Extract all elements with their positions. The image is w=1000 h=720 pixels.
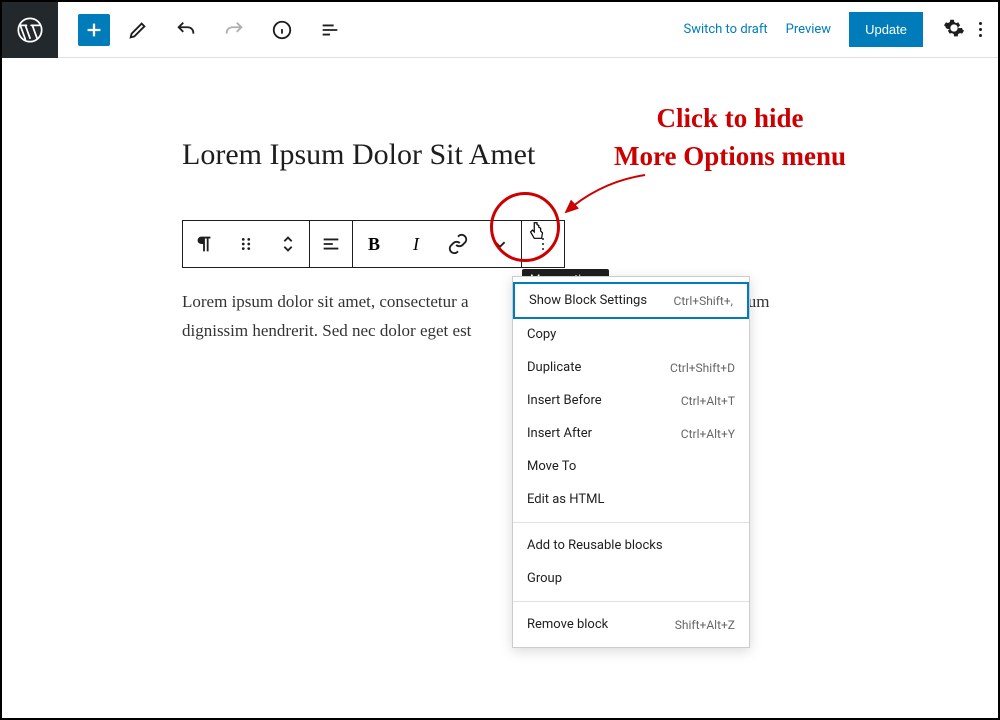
align-button[interactable] — [310, 221, 352, 267]
menu-item-label: Insert After — [527, 426, 592, 441]
settings-button[interactable] — [943, 17, 965, 43]
chevron-down-icon — [489, 233, 511, 255]
wordpress-icon — [16, 16, 44, 44]
edit-mode-button[interactable] — [118, 10, 158, 50]
chevrons-updown-icon — [277, 233, 299, 255]
align-left-icon — [320, 233, 342, 255]
bold-button[interactable]: B — [353, 221, 395, 267]
gear-icon — [943, 17, 965, 39]
info-icon — [271, 19, 293, 41]
paragraph-text-line1: Lorem ipsum dolor sit amet, consectetur … — [182, 292, 469, 311]
menu-item-label: Edit as HTML — [527, 492, 604, 507]
kebab-icon — [542, 238, 544, 250]
menu-item-label: Duplicate — [527, 360, 581, 375]
redo-icon — [223, 19, 245, 41]
menu-item-shortcut: Shift+Alt+Z — [675, 618, 735, 632]
menu-item-label: Add to Reusable blocks — [527, 538, 663, 553]
undo-button[interactable] — [166, 10, 206, 50]
plus-icon — [83, 19, 105, 41]
more-options-button[interactable] — [522, 221, 564, 267]
block-type-button[interactable] — [183, 221, 225, 267]
paragraph-text-line2: dignissim hendrerit. Sed nec dolor eget … — [182, 321, 471, 340]
italic-button[interactable]: I — [395, 221, 437, 267]
preview-link[interactable]: Preview — [786, 22, 831, 37]
menu-item[interactable]: Duplicate Ctrl+Shift+D — [513, 351, 749, 384]
menu-item-label: Copy — [527, 327, 556, 342]
add-block-button[interactable] — [78, 14, 110, 46]
menu-item[interactable]: Move To — [513, 450, 749, 483]
menu-item[interactable]: Insert Before Ctrl+Alt+T — [513, 384, 749, 417]
menu-item-label: Insert Before — [527, 393, 602, 408]
menu-item[interactable]: Edit as HTML — [513, 483, 749, 516]
menu-item[interactable]: Copy — [513, 318, 749, 351]
drag-handle[interactable] — [225, 221, 267, 267]
editor-window: Switch to draft Preview Update Lorem Ips… — [0, 0, 1000, 720]
editor-content: Lorem Ipsum Dolor Sit Amet B — [2, 58, 998, 346]
post-title[interactable]: Lorem Ipsum Dolor Sit Amet — [182, 138, 998, 172]
menu-item-label: Remove block — [527, 617, 608, 632]
menu-item-label: Group — [527, 571, 562, 586]
menu-item[interactable]: Insert After Ctrl+Alt+Y — [513, 417, 749, 450]
paragraph-icon — [193, 233, 215, 255]
menu-item-label: Show Block Settings — [529, 293, 647, 308]
menu-item[interactable]: Add to Reusable blocks — [513, 529, 749, 562]
menu-item[interactable]: Group — [513, 562, 749, 595]
menu-item[interactable]: Show Block Settings Ctrl+Shift+, — [513, 282, 749, 319]
drag-icon — [235, 233, 257, 255]
menu-item-label: Move To — [527, 459, 576, 474]
wordpress-logo-button[interactable] — [2, 2, 58, 58]
undo-icon — [175, 19, 197, 41]
switch-to-draft-link[interactable]: Switch to draft — [683, 22, 767, 37]
main-more-menu-button[interactable] — [979, 22, 982, 37]
list-icon — [319, 19, 341, 41]
pencil-icon — [127, 19, 149, 41]
more-options-menu: Show Block Settings Ctrl+Shift+, Copy Dupli… — [512, 276, 750, 648]
info-button[interactable] — [262, 10, 302, 50]
top-toolbar: Switch to draft Preview Update — [2, 2, 998, 58]
menu-item-shortcut: Ctrl+Shift+, — [674, 294, 733, 308]
link-icon — [447, 233, 469, 255]
menu-item-shortcut: Ctrl+Alt+Y — [681, 427, 735, 441]
redo-button[interactable] — [214, 10, 254, 50]
update-button[interactable]: Update — [849, 12, 923, 47]
menu-item-shortcut: Ctrl+Alt+T — [681, 394, 735, 408]
outline-button[interactable] — [310, 10, 350, 50]
menu-item-shortcut: Ctrl+Shift+D — [670, 361, 735, 375]
block-toolbar: B I More options — [182, 220, 565, 268]
format-dropdown-button[interactable] — [479, 221, 521, 267]
move-updown-button[interactable] — [267, 221, 309, 267]
link-button[interactable] — [437, 221, 479, 267]
menu-item[interactable]: Remove block Shift+Alt+Z — [513, 608, 749, 641]
